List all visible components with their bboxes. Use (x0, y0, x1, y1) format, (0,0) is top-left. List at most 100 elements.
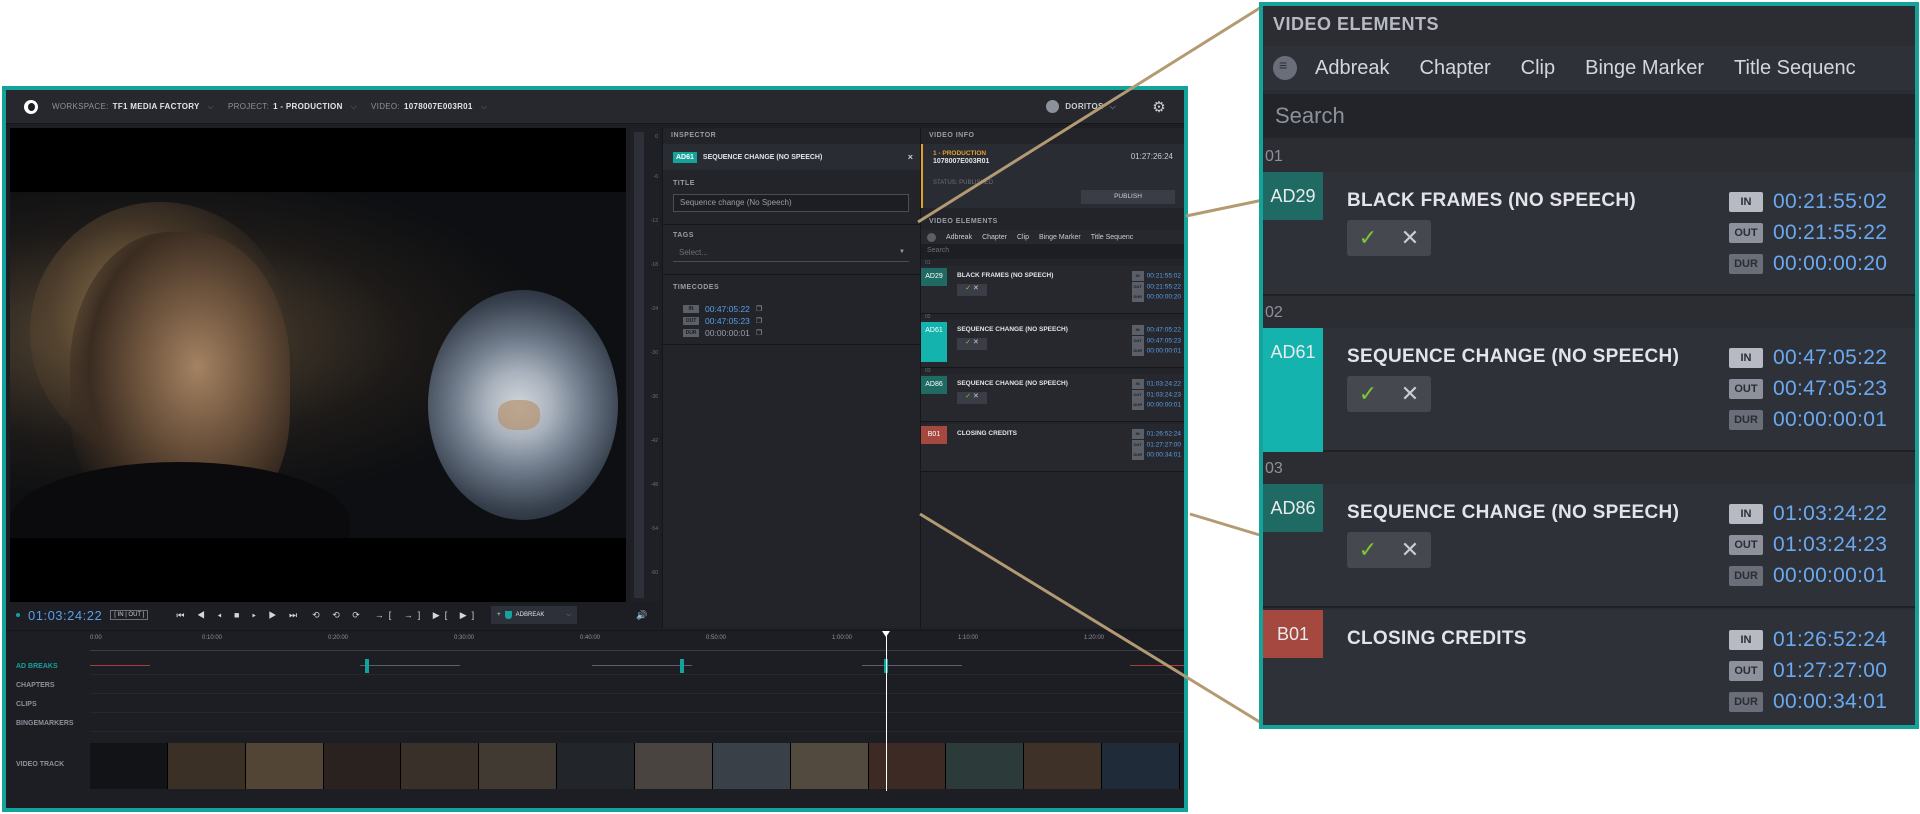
approve-reject-buttons[interactable]: ✓ ✕ (957, 284, 987, 296)
video-elements-header: VIDEO ELEMENTS (929, 218, 998, 225)
filter-binge-marker[interactable]: Binge Marker (1585, 57, 1704, 80)
user-menu[interactable]: DORITOS ⌵ (1046, 100, 1116, 113)
in-value[interactable]: 00:47:05:22 (705, 304, 750, 314)
close-icon[interactable]: × (908, 152, 913, 162)
out-value[interactable]: 00:21:55:22 (1773, 221, 1887, 245)
chapters-lane[interactable] (90, 676, 1184, 694)
cross-icon[interactable]: ✕ (973, 285, 979, 292)
out-value[interactable]: 01:27:27:00 (1773, 659, 1887, 683)
adbreak-button[interactable]: + ADBREAK ⌵ (491, 606, 577, 624)
app-logo-icon[interactable] (24, 99, 38, 114)
close-icon[interactable]: ✕ (1401, 225, 1419, 251)
video-elements-search[interactable]: Search (921, 244, 1184, 259)
video-selector[interactable]: VIDEO: 1078007E003R01 ⌵ (371, 102, 487, 112)
meter-tick: -30 (650, 350, 658, 356)
list-item[interactable]: AD29 BLACK FRAMES (NO SPEECH) ✓ ✕ IN 00:2… (1263, 172, 1915, 296)
filter-adbreak[interactable]: Adbreak (946, 234, 972, 241)
mark-controls[interactable]: →[ →] ▶[ ▶] (375, 610, 479, 621)
workspace-selector[interactable]: WORKSPACE: TF1 MEDIA FACTORY ⌵ (52, 102, 214, 112)
approve-reject-buttons[interactable]: ✓ ✕ (957, 338, 987, 350)
element-timecodes: IN 01:26:52:24 OUT 01:27:27:00 DUR 00:00:34… (1131, 429, 1181, 461)
bingemarkers-lane[interactable] (90, 714, 1184, 732)
volume-icon[interactable]: 🔊 (636, 610, 647, 621)
in-value[interactable]: 01:03:24:22 (1773, 502, 1887, 526)
copy-icon[interactable]: ❐ (756, 305, 762, 313)
filter-clip[interactable]: Clip (1017, 234, 1029, 241)
film-frame (868, 743, 947, 789)
list-item[interactable]: B01 CLOSING CREDITS IN 01:26:52:24 OUT 01:… (921, 424, 1184, 472)
filter-icon[interactable] (927, 232, 936, 242)
list-item[interactable]: AD86 SEQUENCE CHANGE (NO SPEECH) ✓ ✕ IN 0… (921, 374, 1184, 422)
search-input[interactable]: Search (1263, 94, 1915, 138)
filter-icon[interactable] (1273, 56, 1297, 80)
app-window: WORKSPACE: TF1 MEDIA FACTORY ⌵ PROJECT: … (2, 86, 1188, 812)
in-value[interactable]: 00:21:55:02 (1773, 190, 1887, 214)
in-value[interactable]: 00:47:05:22 (1773, 346, 1887, 370)
meter-tick: -48 (650, 482, 658, 488)
check-icon[interactable]: ✓ (965, 339, 971, 346)
video-info-header: VIDEO INFO (929, 132, 975, 139)
out-value[interactable]: 00:47:05:23 (1773, 377, 1887, 401)
list-item[interactable]: AD61 SEQUENCE CHANGE (NO SPEECH) ✓ ✕ IN 0… (921, 320, 1184, 368)
publish-button[interactable]: PUBLISH (1081, 190, 1175, 204)
check-icon[interactable]: ✓ (1359, 537, 1377, 563)
film-frame (946, 743, 1025, 789)
filter-chapter[interactable]: Chapter (982, 234, 1007, 241)
timeline[interactable]: 0:00 0:10:00 0:20:00 0:30:00 0:40:00 0:5… (6, 630, 1184, 808)
filter-chapter[interactable]: Chapter (1420, 57, 1491, 80)
close-icon[interactable]: ✕ (1401, 537, 1419, 563)
check-icon[interactable]: ✓ (1359, 381, 1377, 407)
list-item[interactable]: AD86 SEQUENCE CHANGE (NO SPEECH) ✓ ✕ IN 0… (1263, 484, 1915, 608)
current-timecode[interactable]: 01:03:24:22 (28, 608, 102, 623)
filter-binge-marker[interactable]: Binge Marker (1039, 234, 1081, 241)
list-item[interactable]: AD29 BLACK FRAMES (NO SPEECH) ✓ ✕ IN 00:2… (921, 266, 1184, 314)
avatar-icon (1046, 100, 1060, 113)
dur-key: DUR (1131, 400, 1144, 411)
element-timecodes: IN 00:47:05:22 OUT 00:47:05:23 DUR 00:00:00… (1729, 342, 1887, 435)
element-timecodes: IN 00:21:55:02 OUT 00:21:55:22 DUR 00:00:00… (1131, 271, 1181, 303)
filter-title-sequence[interactable]: Title Sequenc (1734, 57, 1856, 80)
list-item[interactable]: AD61 SEQUENCE CHANGE (NO SPEECH) ✓ ✕ IN 0… (1263, 328, 1915, 452)
out-value: 01:03:24:23 (1146, 391, 1181, 399)
title-input[interactable]: Sequence change (No Speech) (673, 194, 909, 212)
clips-lane[interactable] (90, 695, 1184, 713)
list-item[interactable]: B01 CLOSING CREDITS IN 01:26:52:24 OUT 01:… (1263, 610, 1915, 725)
video-info-status: STATUS: PUBLISHED (933, 180, 994, 186)
range-marker (360, 665, 460, 666)
in-value[interactable]: 01:26:52:24 (1773, 628, 1887, 652)
cross-icon[interactable]: ✕ (973, 393, 979, 400)
in-out-toggle[interactable]: [ IN | OUT ] (110, 610, 149, 620)
close-icon[interactable]: ✕ (1401, 381, 1419, 407)
cross-icon[interactable]: ✕ (973, 339, 979, 346)
video-player[interactable] (10, 128, 626, 602)
ruler-tick: 0:50:00 (706, 635, 727, 641)
filter-adbreak[interactable]: Adbreak (1315, 57, 1390, 80)
out-value[interactable]: 01:03:24:23 (1773, 533, 1887, 557)
ad-break-marker[interactable] (365, 659, 369, 673)
ad-break-marker[interactable] (680, 659, 684, 673)
out-key: OUT (1131, 335, 1144, 346)
timeline-ruler[interactable]: 0:00 0:10:00 0:20:00 0:30:00 0:40:00 0:5… (90, 633, 1184, 651)
gear-icon[interactable]: ⚙ (1152, 98, 1166, 116)
copy-icon[interactable]: ❐ (756, 317, 762, 325)
element-timecodes: IN 00:47:05:22 OUT 00:47:05:23 DUR 00:00:00… (1131, 325, 1181, 357)
playhead[interactable] (882, 631, 890, 791)
project-selector[interactable]: PROJECT: 1 - PRODUCTION ⌵ (228, 102, 357, 112)
check-icon[interactable]: ✓ (965, 393, 971, 400)
filter-clip[interactable]: Clip (1521, 57, 1555, 80)
loop-controls[interactable]: ⟲ ⟲ ⟳ (312, 610, 365, 621)
out-key: OUT (1729, 534, 1763, 555)
video-track-filmstrip[interactable] (90, 743, 1181, 789)
film-frame (712, 743, 791, 789)
tags-select[interactable]: Select... ▼ (673, 246, 909, 262)
copy-icon[interactable]: ❐ (756, 329, 762, 337)
playback-controls[interactable]: ⏮ ◀ ◂ ■ ▸ ▶ ⏭ (176, 610, 302, 621)
approve-reject-buttons[interactable]: ✓ ✕ (957, 392, 987, 404)
ad-breaks-lane[interactable] (90, 657, 1184, 675)
check-icon[interactable]: ✓ (1359, 225, 1377, 251)
range-marker (90, 665, 150, 666)
out-value[interactable]: 00:47:05:23 (705, 316, 750, 326)
check-icon[interactable]: ✓ (965, 285, 971, 292)
filter-title-sequence[interactable]: Title Sequenc (1091, 234, 1134, 241)
in-value: 01:26:52:24 (1146, 430, 1181, 438)
